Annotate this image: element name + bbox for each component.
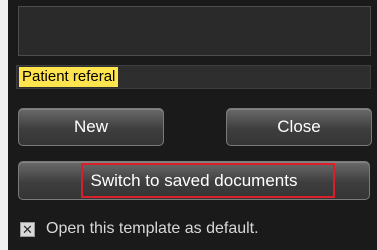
default-template-checkbox[interactable]: ✕ [20, 222, 35, 237]
new-button-label: New [73, 117, 108, 136]
template-name-text: Patient referal [19, 67, 119, 87]
switch-to-saved-documents-button[interactable]: Switch to saved documents [18, 161, 370, 200]
new-button[interactable]: New [18, 108, 164, 146]
close-button[interactable]: Close [226, 108, 372, 146]
default-template-label: Open this template as default. [46, 220, 259, 237]
close-button-label: Close [277, 117, 321, 136]
template-preview-area [18, 6, 371, 56]
template-panel: Patient referal New Close Switch to save… [8, 0, 377, 250]
checkmark-icon: ✕ [22, 222, 33, 237]
switch-button-label: Switch to saved documents [90, 170, 298, 190]
template-name-field[interactable]: Patient referal [16, 65, 371, 89]
